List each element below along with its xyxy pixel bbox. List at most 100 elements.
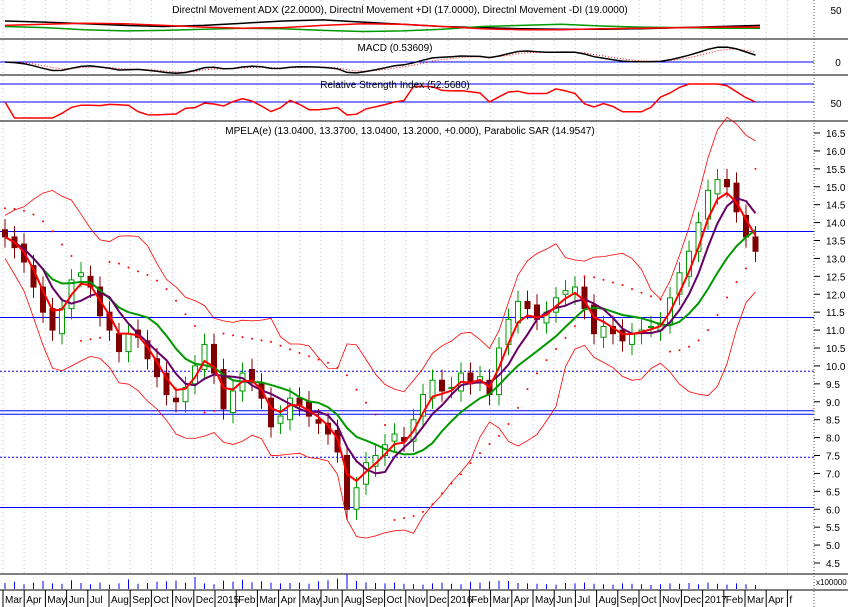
x-tick-label: Nov (175, 595, 193, 606)
sar-dot (707, 329, 709, 332)
y-tick-label: 9.5 (826, 380, 840, 391)
price-panel (0, 116, 814, 539)
sar-dot (184, 313, 187, 316)
y-tick-label: 11.0 (826, 326, 845, 337)
sar-dot (289, 348, 291, 351)
candle-body (600, 326, 607, 338)
sar-dot (441, 492, 443, 495)
sar-dot (507, 423, 510, 426)
candle-body (524, 300, 531, 310)
volume-panel (4, 573, 756, 589)
y-tick-label: 15.0 (826, 183, 846, 194)
x-tick-label: Dec (683, 595, 701, 606)
sar-dot (251, 337, 253, 340)
candle-body (619, 329, 626, 342)
x-tick-label: Aug (599, 595, 617, 606)
sar-dot (716, 314, 719, 317)
y-tick-label: 13.5 (826, 237, 846, 248)
sar-dot (279, 344, 282, 347)
sar-dot (545, 359, 548, 362)
sar-dot (270, 340, 272, 343)
sar-dot (80, 339, 82, 342)
adx-panel (4, 19, 761, 33)
x-tick-label: Oct (153, 595, 169, 606)
sar-dot (583, 275, 586, 278)
x-tick-label: Oct (387, 595, 403, 606)
adx-title: Directnl Movement ADX (22.0000), Directn… (172, 5, 627, 16)
x-tick-label: Apr (514, 595, 530, 606)
x-tick-label: Mar (747, 595, 765, 606)
rsi-axis-label: 50 (830, 99, 842, 110)
y-tick-label: 4.5 (826, 559, 840, 570)
y-tick-label: 7.0 (826, 469, 840, 480)
sar-dot (23, 209, 25, 212)
sar-dot (688, 345, 690, 348)
sar-dot (498, 434, 500, 437)
sar-dot (355, 388, 358, 391)
candle-body (116, 333, 122, 353)
candle-body (591, 304, 597, 335)
sar-dot (213, 409, 215, 412)
x-tick-label: Jul (577, 595, 590, 606)
sar-dot (4, 207, 6, 210)
y-tick-label: 13.0 (826, 254, 846, 265)
price-axis: 16.5 16.0 15.5 15.0 14.5 14.0 13.5 13.0 12.5 12.0… (814, 129, 846, 570)
x-tick-label: Aug (344, 595, 362, 606)
x-tick-label: Nov (662, 595, 680, 606)
x-tick-label: Jun (69, 595, 85, 606)
y-tick-label: 6.0 (826, 505, 840, 516)
x-axis: Mar Apr May Jun Jul Aug Sep Oct Nov Dec 2015Feb Mar… (2, 590, 792, 607)
sar-dot (127, 266, 130, 269)
sar-dot (479, 452, 481, 455)
x-tick-label: Jun (556, 595, 572, 606)
sar-dot (621, 283, 624, 286)
candle-body (439, 379, 445, 392)
candle-body (125, 333, 132, 353)
y-tick-label: 8.5 (826, 416, 840, 427)
sar-dot (659, 298, 662, 301)
sar-dot (650, 295, 652, 298)
y-tick-label: 16.0 (826, 147, 846, 158)
x-tick-label: Apr (281, 595, 297, 606)
sar-dot (640, 291, 643, 294)
sar-dot (70, 255, 73, 258)
x-tick-label: Mar (259, 595, 277, 606)
x-tick-label: Oct (641, 595, 657, 606)
sar-dot (678, 349, 681, 352)
sar-dot (61, 243, 63, 246)
candle-body (287, 397, 293, 421)
macd-axis-label: 0 (835, 58, 841, 69)
candle-body (344, 455, 350, 510)
sar-dot (89, 338, 92, 341)
candle-body (2, 229, 8, 238)
candle-body (752, 236, 759, 252)
sar-dot (526, 388, 529, 391)
sar-dot (165, 288, 168, 291)
sar-dot (194, 324, 196, 327)
x-tick-label: Sep (132, 595, 150, 606)
price-title: MPELA(e) (13.0400, 13.3700, 13.0400, 13.… (225, 126, 594, 137)
sar-dot (118, 262, 120, 265)
y-tick-label: 14.5 (826, 201, 846, 212)
candle-body (268, 397, 274, 428)
y-tick-label: 14.0 (826, 219, 846, 230)
x-tick-label: Nov (408, 595, 426, 606)
y-tick-label: 5.5 (826, 523, 840, 534)
y-tick-label: 5.0 (826, 541, 840, 552)
sar-dot (697, 339, 700, 342)
sar-dot (336, 366, 339, 369)
sar-dot (175, 299, 177, 302)
y-tick-label: 16.5 (826, 129, 846, 140)
sar-dot (137, 270, 139, 273)
panel-borders (0, 0, 848, 607)
sar-dot (574, 325, 576, 328)
x-tick-label: Mar (493, 595, 511, 606)
sar-dot (146, 273, 149, 276)
sar-dot (327, 361, 329, 364)
sar-dot (754, 167, 757, 170)
candle-body (648, 326, 654, 328)
sar-dot (555, 348, 557, 351)
candle-body (173, 397, 179, 403)
y-tick-label: 7.5 (826, 452, 840, 463)
sar-dot (403, 517, 405, 520)
